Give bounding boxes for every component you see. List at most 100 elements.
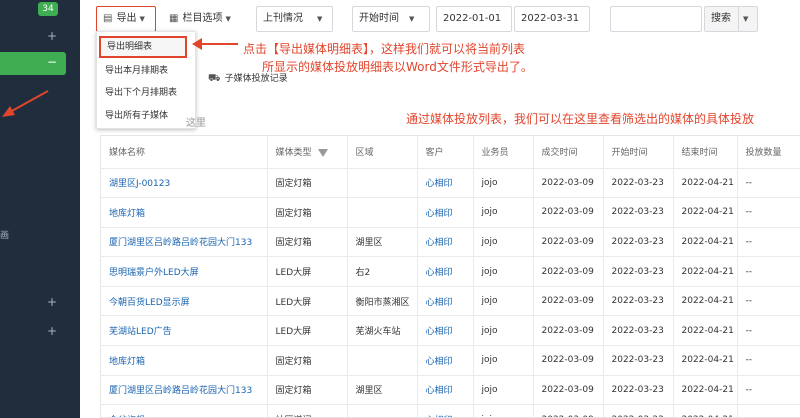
media-type: LED大屏 <box>267 286 348 317</box>
search-options-button[interactable]: ▼ <box>738 6 758 32</box>
sidebar: 34 + − + + 画 <box>0 0 80 418</box>
export-file-icon: ▤ <box>103 13 113 24</box>
quantity: -- <box>737 375 800 406</box>
column-header[interactable]: 开始时间 <box>603 136 674 169</box>
media-type: LED大屏 <box>267 315 348 347</box>
region <box>347 404 418 417</box>
sidebar-expand-icon[interactable]: + <box>47 296 57 308</box>
sidebar-expand-icon[interactable]: + <box>47 325 57 337</box>
annotation-text: 点击【导出媒体明细表】，这样我们就可以将当前列表 <box>243 42 526 56</box>
media-type: 固定灯箱 <box>267 197 348 228</box>
salesperson: jojo <box>473 404 534 417</box>
column-header[interactable]: 客户 <box>417 136 474 169</box>
column-header-label: 媒体类型 <box>275 148 312 159</box>
chevron-down-icon: ▼ <box>225 15 231 23</box>
table-row: 湖里区J-00123 固定灯箱 心相印 jojo 2022-03-09 2022-03-2… <box>101 168 800 199</box>
client-link[interactable]: 心相印 <box>417 168 474 199</box>
column-header[interactable]: 区域 <box>347 136 418 169</box>
table-header-row: 媒体名称 媒体类型 区域 客户 业务员 成交时间 开始时间 结束时间 投放数量 <box>101 136 800 169</box>
media-name-link[interactable]: 湖里区J-00123 <box>101 168 268 199</box>
media-name-link[interactable]: 金谷旗舰 <box>101 404 268 417</box>
quantity: -- <box>737 315 800 347</box>
status-select[interactable]: 上刊情况 ▼ <box>256 6 333 32</box>
quantity: -- <box>737 345 800 376</box>
region: 芜湖火车站 <box>347 315 418 347</box>
start-date: 2022-03-23 <box>603 227 674 258</box>
filter-icon[interactable] <box>317 148 328 157</box>
deal-date: 2022-03-09 <box>533 197 604 228</box>
chevron-down-icon: ▼ <box>743 15 749 23</box>
menu-item-export-detail[interactable]: 导出明细表 <box>99 36 187 58</box>
salesperson: jojo <box>473 375 534 406</box>
client-link[interactable]: 心相印 <box>417 404 474 417</box>
media-table: 媒体名称 媒体类型 区域 客户 业务员 成交时间 开始时间 结束时间 投放数量 … <box>100 135 800 418</box>
date-to-input[interactable]: 2022-03-31 <box>514 6 590 32</box>
deal-date: 2022-03-09 <box>533 168 604 199</box>
status-select-value: 上刊情况 <box>263 13 303 24</box>
client-link[interactable]: 心相印 <box>417 227 474 258</box>
date-from-input[interactable]: 2022-01-01 <box>436 6 512 32</box>
column-header[interactable]: 媒体名称 <box>101 136 268 169</box>
column-header[interactable]: 成交时间 <box>533 136 604 169</box>
search-input[interactable] <box>610 6 702 32</box>
export-dropdown-menu: 导出明细表 导出本月排期表 导出下个月排期表 导出所有子媒体 <box>96 31 196 129</box>
client-link[interactable]: 心相印 <box>417 256 474 287</box>
media-type: 固定灯箱 <box>267 345 348 376</box>
table-row: 地库灯箱 固定灯箱 心相印 jojo 2022-03-09 2022-03-23 2022-… <box>101 197 800 228</box>
start-date: 2022-03-23 <box>603 286 674 317</box>
client-link[interactable]: 心相印 <box>417 315 474 347</box>
quantity: -- <box>737 227 800 258</box>
deal-date: 2022-03-09 <box>533 227 604 258</box>
annotation-arrow <box>2 90 49 117</box>
columns-icon: ▦ <box>169 13 179 24</box>
end-date: 2022-04-21 <box>673 375 738 406</box>
menu-item-export-this-month[interactable]: 导出本月排期表 <box>97 60 195 82</box>
end-date: 2022-04-21 <box>673 286 738 317</box>
column-header[interactable]: 媒体类型 <box>267 136 348 169</box>
media-name-link[interactable]: 今朝百货LED显示屏 <box>101 286 268 317</box>
columns-label: 栏目选项 <box>182 13 223 24</box>
export-button[interactable]: ▤ 导出 ▼ <box>96 6 156 32</box>
sidebar-count-badge: 34 <box>38 2 58 16</box>
sidebar-item-active[interactable]: − <box>0 52 66 75</box>
tab-label: 子媒体投放记录 <box>224 74 288 84</box>
media-type: 社区道闸 <box>267 404 348 417</box>
media-name-link[interactable]: 思明瑞景户外LED大屏 <box>101 256 268 287</box>
end-date: 2022-04-21 <box>673 227 738 258</box>
column-header[interactable]: 结束时间 <box>673 136 738 169</box>
media-name-link[interactable]: 地库灯箱 <box>101 197 268 228</box>
time-type-select[interactable]: 开始时间 ▼ <box>352 6 430 32</box>
salesperson: jojo <box>473 286 534 317</box>
media-name-link[interactable]: 厦门湖里区吕岭路吕岭花园大门133 <box>101 227 268 258</box>
end-date: 2022-04-21 <box>673 197 738 228</box>
deal-date: 2022-03-09 <box>533 286 604 317</box>
region: 衡阳市蒸湘区 <box>347 286 418 317</box>
client-link[interactable]: 心相印 <box>417 345 474 376</box>
columns-button[interactable]: ▦ 栏目选项 ▼ <box>162 6 242 32</box>
sidebar-item-label: 画 <box>0 231 10 241</box>
search-button[interactable]: 搜索 <box>704 6 740 32</box>
sidebar-expand-icon[interactable]: + <box>47 30 57 42</box>
end-date: 2022-04-21 <box>673 345 738 376</box>
sidebar-collapse-icon[interactable]: − <box>47 55 57 69</box>
media-name-link[interactable]: 地库灯箱 <box>101 345 268 376</box>
region: 右2 <box>347 256 418 287</box>
menu-item-export-next-month[interactable]: 导出下个月排期表 <box>97 82 195 104</box>
table-row: 地库灯箱 固定灯箱 心相印 jojo 2022-03-09 2022-03-23 2022-… <box>101 345 800 376</box>
start-date: 2022-03-23 <box>603 197 674 228</box>
salesperson: jojo <box>473 197 534 228</box>
deal-date: 2022-03-09 <box>533 256 604 287</box>
deal-date: 2022-03-09 <box>533 375 604 406</box>
media-name-link[interactable]: 厦门湖里区吕岭路吕岭花园大门133 <box>101 375 268 406</box>
client-link[interactable]: 心相印 <box>417 375 474 406</box>
media-name-link[interactable]: 芜湖站LED广告 <box>101 315 268 347</box>
column-header[interactable]: 投放数量 <box>737 136 800 169</box>
annotation-text: 所显示的媒体投放明细表以Word文件形式导出了。 <box>262 60 533 74</box>
menu-item-export-sub-media[interactable]: 导出所有子媒体 <box>97 105 195 127</box>
filter-hint-text: 这里 <box>186 118 206 129</box>
column-header[interactable]: 业务员 <box>473 136 534 169</box>
client-link[interactable]: 心相印 <box>417 286 474 317</box>
deal-date: 2022-03-09 <box>533 345 604 376</box>
client-link[interactable]: 心相印 <box>417 197 474 228</box>
deal-date: 2022-03-09 <box>533 404 604 417</box>
